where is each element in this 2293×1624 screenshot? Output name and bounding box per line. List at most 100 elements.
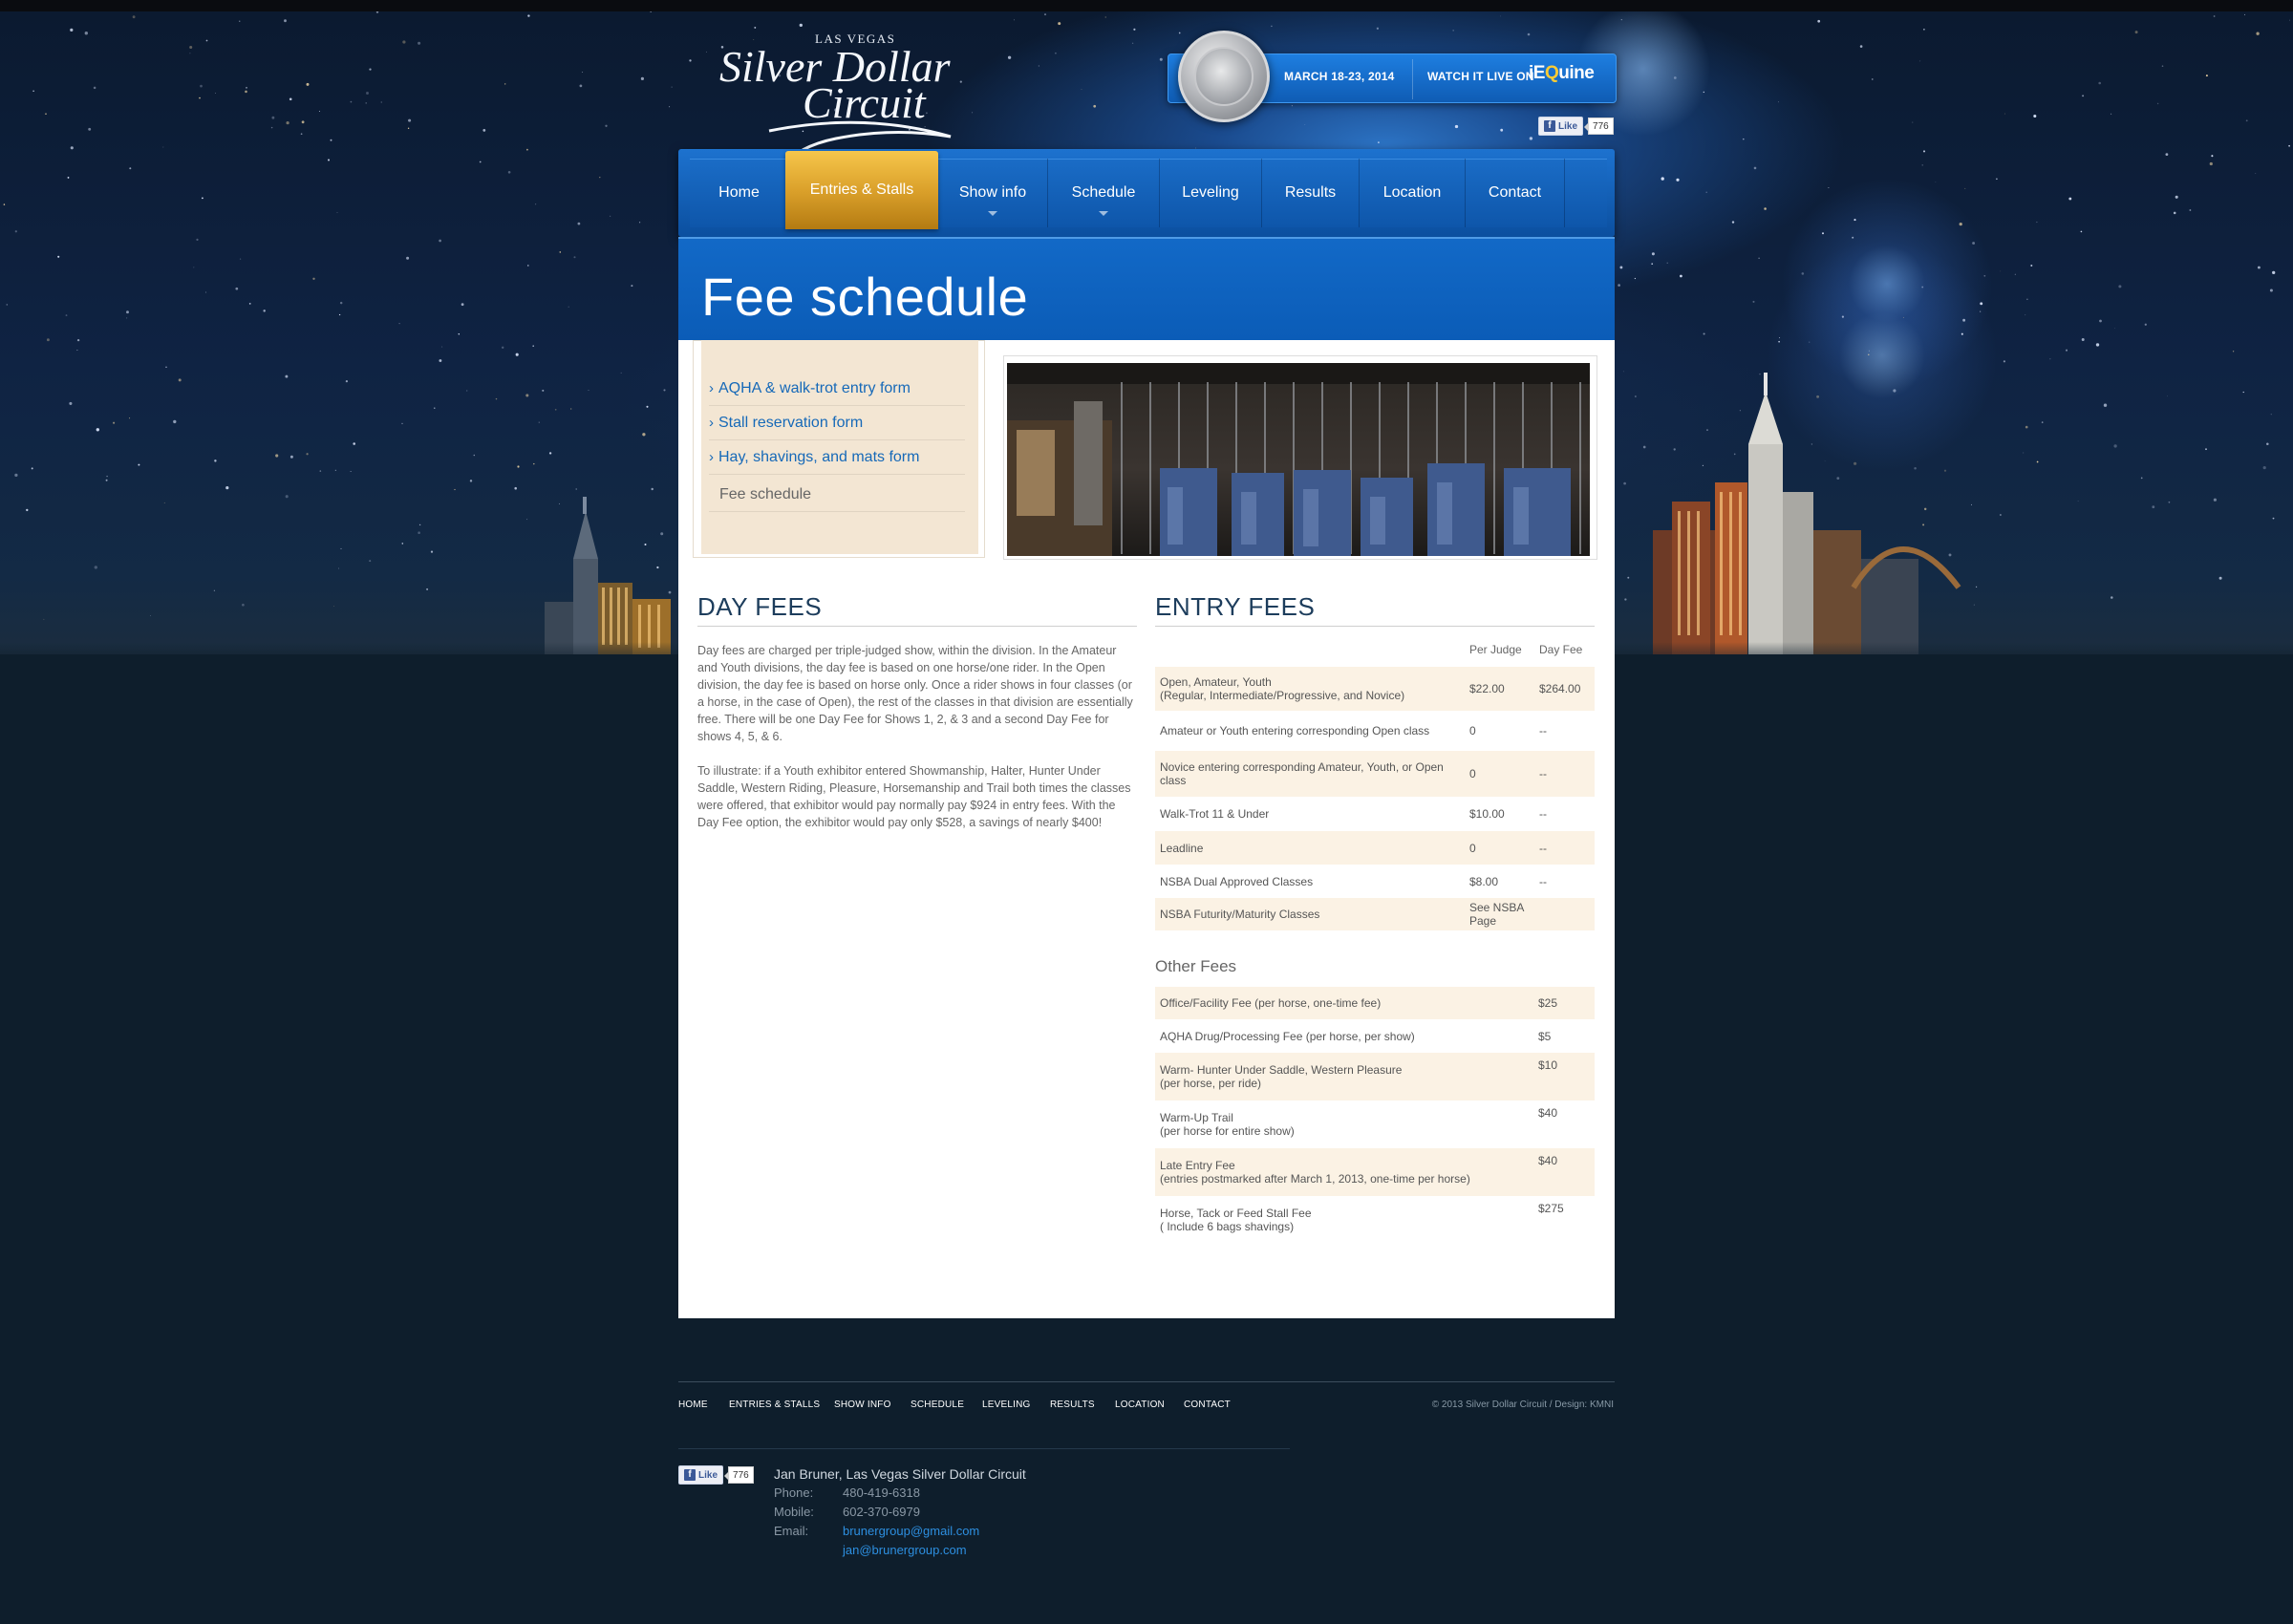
star: [199, 96, 201, 99]
star: [225, 486, 229, 490]
star: [640, 76, 645, 80]
star: [2156, 102, 2159, 105]
star: [239, 20, 241, 22]
nav-contact[interactable]: Contact: [1466, 159, 1565, 227]
star: [1809, 341, 1811, 343]
chevron-right-icon: ›: [709, 449, 714, 465]
star: [375, 11, 379, 13]
star: [1902, 316, 1904, 318]
star: [2262, 466, 2266, 470]
facebook-like-widget-top[interactable]: f Like 776: [1538, 117, 1614, 136]
star: [406, 256, 410, 260]
star: [26, 508, 29, 512]
footer-link-contact[interactable]: CONTACT: [1184, 1400, 1231, 1410]
chevron-right-icon: ›: [709, 380, 714, 396]
star: [407, 127, 410, 129]
star: [189, 45, 193, 50]
star: [1043, 13, 1047, 16]
footer-link-location[interactable]: LOCATION: [1115, 1400, 1165, 1410]
footer-link-results[interactable]: RESULTS: [1050, 1400, 1095, 1410]
star: [263, 310, 266, 312]
star: [289, 97, 292, 101]
table-row: Late Entry Fee (entries postmarked after …: [1155, 1148, 1595, 1196]
star: [2065, 349, 2068, 352]
star: [106, 475, 108, 478]
star: [1979, 310, 1982, 312]
table-row: AQHA Drug/Processing Fee (per horse, per…: [1155, 1019, 1595, 1053]
iequine-logo[interactable]: iEQuine: [1529, 63, 1595, 84]
star: [65, 314, 68, 317]
subnav-stall-form-link[interactable]: › Stall reservation form: [709, 406, 965, 440]
star: [482, 129, 486, 132]
star: [129, 417, 131, 419]
star: [2026, 298, 2028, 300]
star: [1743, 138, 1745, 140]
nav-leveling[interactable]: Leveling: [1160, 159, 1262, 227]
subnav-fee-schedule-current[interactable]: Fee schedule: [709, 478, 965, 512]
star: [2213, 15, 2216, 17]
class-cell: NSBA Futurity/Maturity Classes: [1155, 898, 1465, 930]
star: [418, 41, 421, 45]
nav-home[interactable]: Home: [690, 159, 789, 227]
promo-divider: [1412, 59, 1413, 99]
star: [340, 547, 342, 549]
phone-number: 480-419-6318: [843, 1485, 920, 1500]
class-column-header: [1155, 632, 1465, 667]
star: [1921, 286, 1924, 288]
facebook-like-button[interactable]: f Like: [1538, 117, 1584, 136]
star: [70, 146, 74, 150]
star: [76, 338, 80, 342]
nav-entries-stalls[interactable]: Entries & Stalls: [785, 151, 938, 229]
star: [2270, 414, 2272, 416]
star: [1058, 22, 1061, 26]
star: [441, 346, 443, 348]
chevron-right-icon: ›: [709, 415, 714, 431]
star: [339, 301, 343, 305]
star: [646, 405, 649, 408]
star: [1764, 207, 1767, 210]
email-link-1[interactable]: brunergroup@gmail.com: [843, 1524, 979, 1538]
subnav-entry-form-link[interactable]: › AQHA & walk-trot entry form: [709, 372, 965, 406]
footer-link-home[interactable]: HOME: [678, 1400, 708, 1410]
star: [2152, 505, 2155, 509]
subnav-hay-form-link[interactable]: › Hay, shavings, and mats form: [709, 440, 965, 475]
facebook-like-button[interactable]: f Like: [678, 1465, 724, 1485]
nav-location[interactable]: Location: [1360, 159, 1466, 227]
star: [1376, 27, 1380, 30]
star: [213, 589, 216, 591]
star: [1801, 272, 1805, 275]
subnav-entry-form-label: AQHA & walk-trot entry form: [718, 379, 911, 396]
star: [113, 421, 116, 424]
footer-link-leveling[interactable]: LEVELING: [982, 1400, 1031, 1410]
nav-show-info[interactable]: Show info: [938, 159, 1048, 227]
star: [330, 139, 332, 141]
star: [2004, 113, 2005, 115]
fee-name-cell: Horse, Tack or Feed Stall Fee( Include 6…: [1155, 1196, 1533, 1244]
email-link-2[interactable]: jan@brunergroup.com: [843, 1543, 967, 1557]
nav-schedule[interactable]: Schedule: [1048, 159, 1160, 227]
star: [1822, 232, 1824, 235]
star: [2289, 19, 2290, 21]
facebook-icon: f: [1544, 120, 1555, 132]
star: [301, 120, 305, 124]
star: [45, 113, 47, 116]
star: [554, 408, 557, 411]
star: [246, 86, 247, 89]
star: [31, 467, 33, 470]
star: [1452, 30, 1454, 32]
fee-name: Warm-Up Trail: [1160, 1111, 1233, 1124]
silver-dollar-circuit-logo[interactable]: LAS VEGAS Silver Dollar Circuit: [712, 24, 1027, 158]
star: [1705, 191, 1707, 193]
table-row: Walk-Trot 11 & Under $10.00 --: [1155, 797, 1595, 831]
nav-results[interactable]: Results: [1262, 159, 1360, 227]
star: [84, 32, 88, 35]
star: [334, 469, 336, 471]
star: [426, 588, 429, 590]
footer-link-schedule[interactable]: SCHEDULE: [911, 1400, 964, 1410]
footer-link-entries-stalls[interactable]: ENTRIES & STALLS: [729, 1400, 820, 1410]
facebook-like-widget-footer[interactable]: f Like 776: [678, 1465, 754, 1485]
footer-link-show-info[interactable]: SHOW INFO: [834, 1400, 891, 1410]
fee-subtext: ( Include 6 bags shavings): [1160, 1220, 1295, 1233]
star: [706, 51, 707, 53]
star: [2080, 230, 2083, 233]
